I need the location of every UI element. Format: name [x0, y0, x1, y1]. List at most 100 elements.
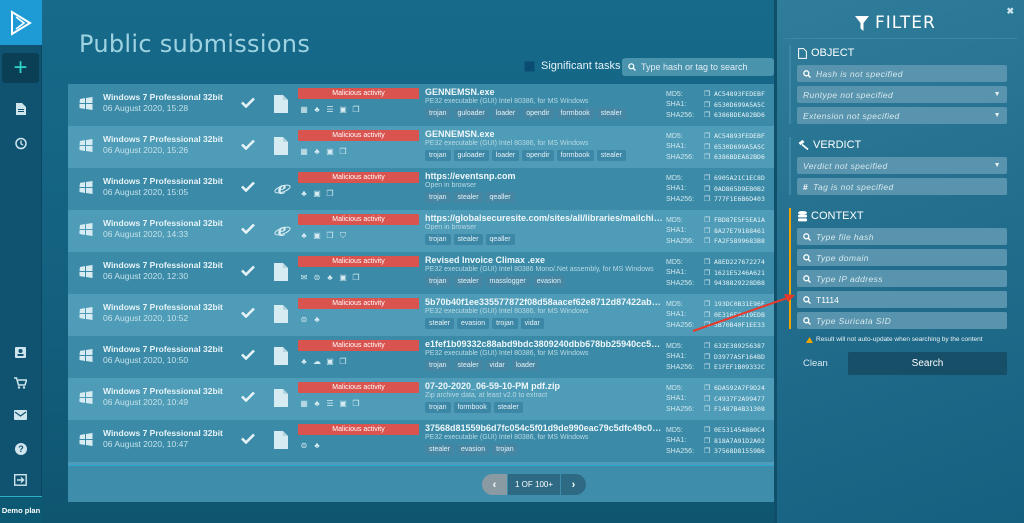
tag[interactable]: qealler: [485, 192, 515, 203]
copy-icon[interactable]: ❐: [704, 426, 714, 434]
tag[interactable]: vidar: [520, 318, 544, 329]
significant-tasks-toggle[interactable]: Significant tasks: [524, 60, 620, 72]
copy-icon[interactable]: ❐: [704, 353, 714, 361]
copy-icon[interactable]: ❐: [704, 216, 714, 224]
copy-icon[interactable]: ❐: [704, 90, 714, 98]
copy-icon[interactable]: ❐: [704, 185, 714, 193]
object-name[interactable]: GENNEMSN.exe: [425, 129, 663, 139]
runtype-select[interactable]: Runtype not specified ▼: [797, 86, 1007, 103]
hash-input[interactable]: [816, 68, 996, 79]
tag[interactable]: stealer: [596, 150, 626, 161]
copy-icon[interactable]: ❐: [704, 437, 714, 445]
copy-icon[interactable]: ❐: [704, 237, 714, 245]
copy-icon[interactable]: ❐: [704, 300, 714, 308]
tag[interactable]: stealer: [425, 318, 455, 329]
tag[interactable]: formbook: [453, 402, 491, 413]
copy-icon[interactable]: ❐: [704, 321, 714, 329]
tag[interactable]: formbook: [556, 150, 594, 161]
table-row[interactable]: Windows 7 Professional 32bit 06 August 2…: [68, 126, 774, 168]
object-name[interactable]: GENNEMSN.exe: [425, 87, 663, 97]
copy-icon[interactable]: ❐: [704, 279, 714, 287]
tag[interactable]: trojan: [425, 360, 451, 371]
mitre-input[interactable]: [816, 294, 996, 305]
mitre-field[interactable]: [797, 291, 1007, 308]
extension-select[interactable]: Extension not specified ▼: [797, 107, 1007, 124]
tag[interactable]: trojan: [425, 234, 451, 245]
verdict-select[interactable]: Verdict not specified ▼: [797, 157, 1007, 174]
sidebar-item-profile[interactable]: [2, 337, 39, 367]
tag[interactable]: stealer: [453, 192, 483, 203]
object-name[interactable]: Revised Invoice Climax .exe: [425, 255, 663, 265]
sidebar-item-shop[interactable]: [2, 368, 39, 398]
tag[interactable]: masslogger: [485, 276, 530, 287]
object-name[interactable]: 07-20-2020_06-59-10-PM pdf.zip: [425, 381, 663, 391]
file-hash-input[interactable]: [816, 231, 996, 242]
copy-icon[interactable]: ❐: [704, 384, 714, 392]
copy-icon[interactable]: ❐: [704, 101, 714, 109]
tag[interactable]: trojan: [425, 192, 451, 203]
new-task-button[interactable]: +: [2, 53, 39, 83]
ip-field[interactable]: [797, 270, 1007, 287]
table-row[interactable]: Windows 7 Professional 32bit 06 August 2…: [68, 378, 774, 420]
copy-icon[interactable]: ❐: [704, 395, 714, 403]
copy-icon[interactable]: ❐: [704, 405, 714, 413]
task-search-input[interactable]: [641, 62, 771, 72]
tag[interactable]: qealler: [485, 234, 515, 245]
tag[interactable]: trojan: [425, 108, 451, 119]
tag[interactable]: loader: [491, 150, 520, 161]
task-search[interactable]: [622, 58, 774, 76]
hash-field[interactable]: [797, 65, 1007, 82]
sidebar-item-history[interactable]: [2, 128, 39, 158]
copy-icon[interactable]: ❐: [704, 132, 714, 140]
sidebar-item-messages[interactable]: [2, 400, 39, 430]
copy-icon[interactable]: ❐: [704, 174, 714, 182]
copy-icon[interactable]: ❐: [704, 143, 714, 151]
next-page-button[interactable]: ›: [561, 474, 586, 495]
tag[interactable]: stealer: [596, 108, 626, 119]
prev-page-button[interactable]: ‹: [482, 474, 507, 495]
ip-input[interactable]: [816, 273, 996, 284]
table-row[interactable]: Windows 7 Professional 32bit 06 August 2…: [68, 84, 774, 126]
sidebar-item-reports[interactable]: [2, 94, 39, 124]
tag[interactable]: trojan: [425, 150, 451, 161]
table-row[interactable]: Windows 7 Professional 32bit 06 August 2…: [68, 168, 774, 210]
close-icon[interactable]: ✖: [1006, 6, 1014, 17]
table-row[interactable]: Windows 7 Professional 32bit 06 August 2…: [68, 210, 774, 252]
tag[interactable]: guloader: [453, 150, 489, 161]
tag[interactable]: trojan: [492, 444, 518, 455]
suricata-field[interactable]: [797, 312, 1007, 329]
copy-icon[interactable]: ❐: [704, 111, 714, 119]
tag[interactable]: trojan: [425, 402, 451, 413]
copy-icon[interactable]: ❐: [704, 258, 714, 266]
copy-icon[interactable]: ❐: [704, 363, 714, 371]
tag[interactable]: evasion: [532, 276, 565, 287]
tag-input[interactable]: [813, 181, 994, 192]
copy-icon[interactable]: ❐: [704, 195, 714, 203]
copy-icon[interactable]: ❐: [704, 227, 714, 235]
tag[interactable]: stealer: [453, 360, 483, 371]
tag[interactable]: loader: [511, 360, 540, 371]
sidebar-item-help[interactable]: ?: [2, 434, 39, 464]
tag[interactable]: vidar: [485, 360, 509, 371]
domain-field[interactable]: [797, 249, 1007, 266]
table-row[interactable]: Windows 7 Professional 32bit 06 August 2…: [68, 294, 774, 336]
significant-tasks-checkbox[interactable]: [524, 60, 535, 72]
tag[interactable]: formbook: [556, 108, 594, 119]
app-logo[interactable]: [0, 0, 42, 45]
sidebar-item-logout[interactable]: [2, 465, 39, 495]
tag[interactable]: guloader: [453, 108, 489, 119]
tag[interactable]: trojan: [425, 276, 451, 287]
copy-icon[interactable]: ❐: [704, 311, 714, 319]
tag[interactable]: opendir: [522, 150, 554, 161]
object-name[interactable]: https://globalsecuresite.com/sites/all/l…: [425, 213, 663, 223]
copy-icon[interactable]: ❐: [704, 342, 714, 350]
domain-input[interactable]: [816, 252, 996, 263]
tag[interactable]: stealer: [425, 444, 455, 455]
object-name[interactable]: e1fef1b09332c88abd9bdc3809240dbb678bb259…: [425, 339, 663, 349]
copy-icon[interactable]: ❐: [704, 153, 714, 161]
object-name[interactable]: https://eventsnp.com: [425, 171, 663, 181]
tag[interactable]: stealer: [453, 276, 483, 287]
copy-icon[interactable]: ❐: [704, 269, 714, 277]
tag[interactable]: evasion: [457, 318, 490, 329]
copy-icon[interactable]: ❐: [704, 447, 714, 455]
